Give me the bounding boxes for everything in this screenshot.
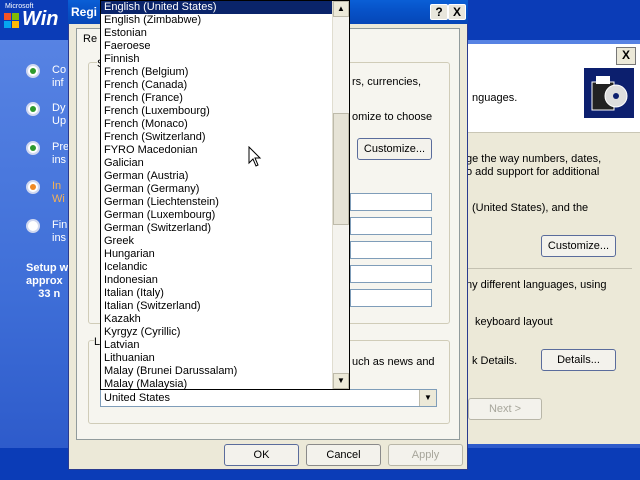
dropdown-item[interactable]: French (Canada) xyxy=(101,79,334,92)
step-label-2: inf xyxy=(52,77,64,89)
divider xyxy=(466,268,632,269)
dropdown-item[interactable]: Lithuanian xyxy=(101,352,334,365)
details-button[interactable]: Details... xyxy=(541,349,616,371)
dropdown-item[interactable]: German (Liechtenstein) xyxy=(101,196,334,209)
step-label: Dy xyxy=(52,102,66,114)
dropdown-item[interactable]: English (Zimbabwe) xyxy=(101,14,334,27)
setup-logo-text: Win xyxy=(22,8,59,30)
dropdown-item[interactable]: Estonian xyxy=(101,27,334,40)
dropdown-item[interactable]: French (Luxembourg) xyxy=(101,105,334,118)
scroll-down-icon[interactable]: ▼ xyxy=(333,373,349,389)
dropdown-item[interactable]: Italian (Italy) xyxy=(101,287,334,300)
apply-button[interactable]: Apply xyxy=(388,444,463,466)
location-dropdown-list[interactable]: English (United States) English (Zimbabwe… xyxy=(100,0,350,390)
sample-long-date-field xyxy=(350,289,432,307)
step-current-icon xyxy=(26,180,40,194)
numbers-text: ge the way numbers, dates, xyxy=(466,153,602,165)
languages-text: ny different languages, using xyxy=(466,279,607,291)
dropdown-item[interactable]: French (France) xyxy=(101,92,334,105)
dropdown-item[interactable]: Indonesian xyxy=(101,274,334,287)
dropdown-item[interactable]: Italian (Switzerland) xyxy=(101,300,334,313)
dropdown-item[interactable]: Galician xyxy=(101,157,334,170)
setup-logo: Win xyxy=(4,8,58,31)
step-label: In xyxy=(52,180,62,192)
dropdown-item[interactable]: Hungarian xyxy=(101,248,334,261)
dropdown-item[interactable]: Finnish xyxy=(101,53,334,66)
step-label-2: Wi xyxy=(52,193,65,205)
step-label-2: Up xyxy=(52,115,67,127)
step-label-2: ins xyxy=(52,232,67,244)
dropdown-item[interactable]: French (Monaco) xyxy=(101,118,334,131)
dropdown-item[interactable]: French (Switzerland) xyxy=(101,131,334,144)
close-button[interactable]: X xyxy=(616,47,636,65)
currencies-text: rs, currencies, xyxy=(352,76,422,88)
sample-time-field xyxy=(350,241,432,259)
dropdown-item[interactable]: Icelandic xyxy=(101,261,334,274)
page-titlebar xyxy=(462,44,640,69)
sample-currency-field xyxy=(350,217,432,235)
dropdown-item[interactable]: Faeroese xyxy=(101,40,334,53)
location-combobox[interactable]: United States ▼ xyxy=(100,389,437,407)
sample-short-date-field xyxy=(350,265,432,283)
dropdown-item[interactable]: German (Austria) xyxy=(101,170,334,183)
dropdown-item[interactable]: German (Switzerland) xyxy=(101,222,334,235)
ok-button[interactable]: OK xyxy=(224,444,299,466)
customize-button[interactable]: Customize... xyxy=(541,235,616,257)
dropdown-item[interactable]: French (Belgium) xyxy=(101,66,334,79)
chevron-down-icon[interactable]: ▼ xyxy=(419,390,436,406)
step-label: Co xyxy=(52,64,67,76)
help-button[interactable]: ? xyxy=(430,4,448,20)
mouse-cursor-icon xyxy=(248,145,262,171)
setup-time-remaining: Setup w approx 33 n xyxy=(26,262,69,300)
locale-text: (United States), and the xyxy=(472,202,589,214)
header-text: nguages. xyxy=(472,92,518,104)
cancel-button[interactable]: Cancel xyxy=(306,444,381,466)
dropdown-item[interactable]: FYRO Macedonian xyxy=(101,144,334,157)
dropdown-items: English (United States) English (Zimbabwe… xyxy=(101,1,334,389)
dropdown-item[interactable]: German (Germany) xyxy=(101,183,334,196)
step-label-2: ins xyxy=(52,154,67,166)
step-pending-icon xyxy=(26,219,40,233)
news-text: uch as news and xyxy=(352,356,435,368)
tab-regional-options[interactable]: Re xyxy=(83,33,97,45)
customize-button-dialog[interactable]: Customize... xyxy=(357,138,432,160)
dropdown-item[interactable]: Kazakh xyxy=(101,313,334,326)
next-button[interactable]: Next > xyxy=(468,398,542,420)
scroll-up-icon[interactable]: ▲ xyxy=(333,1,349,17)
step-done-icon xyxy=(26,141,40,155)
windows-flag-icon xyxy=(4,12,20,28)
dropdown-scrollbar[interactable]: ▲ ▼ xyxy=(332,1,349,389)
details-text: k Details. xyxy=(472,355,518,367)
sample-number-field xyxy=(350,193,432,211)
step-label: Pre xyxy=(52,141,70,153)
dropdown-item[interactable]: Malay (Brunei Darussalam) xyxy=(101,365,334,378)
dropdown-item[interactable]: Greek xyxy=(101,235,334,248)
customize-to-choose-text: omize to choose xyxy=(352,111,433,123)
dropdown-item[interactable]: Malay (Malaysia) xyxy=(101,378,334,389)
step-label: Fin xyxy=(52,219,68,231)
setup-box-icon xyxy=(584,68,634,118)
close-button[interactable]: X xyxy=(448,4,466,20)
dialog-title: Regi xyxy=(71,5,98,19)
scrollbar-thumb[interactable] xyxy=(333,113,349,225)
dropdown-item[interactable]: German (Luxembourg) xyxy=(101,209,334,222)
step-done-icon xyxy=(26,64,40,78)
support-text: o add support for additional xyxy=(466,166,600,178)
step-done-icon xyxy=(26,102,40,116)
dropdown-item[interactable]: Latvian xyxy=(101,339,334,352)
location-combobox-value: United States xyxy=(104,392,171,404)
dropdown-item[interactable]: Kyrgyz (Cyrillic) xyxy=(101,326,334,339)
keyboard-text: keyboard layout xyxy=(475,316,553,328)
dropdown-item[interactable]: English (United States) xyxy=(101,1,334,14)
